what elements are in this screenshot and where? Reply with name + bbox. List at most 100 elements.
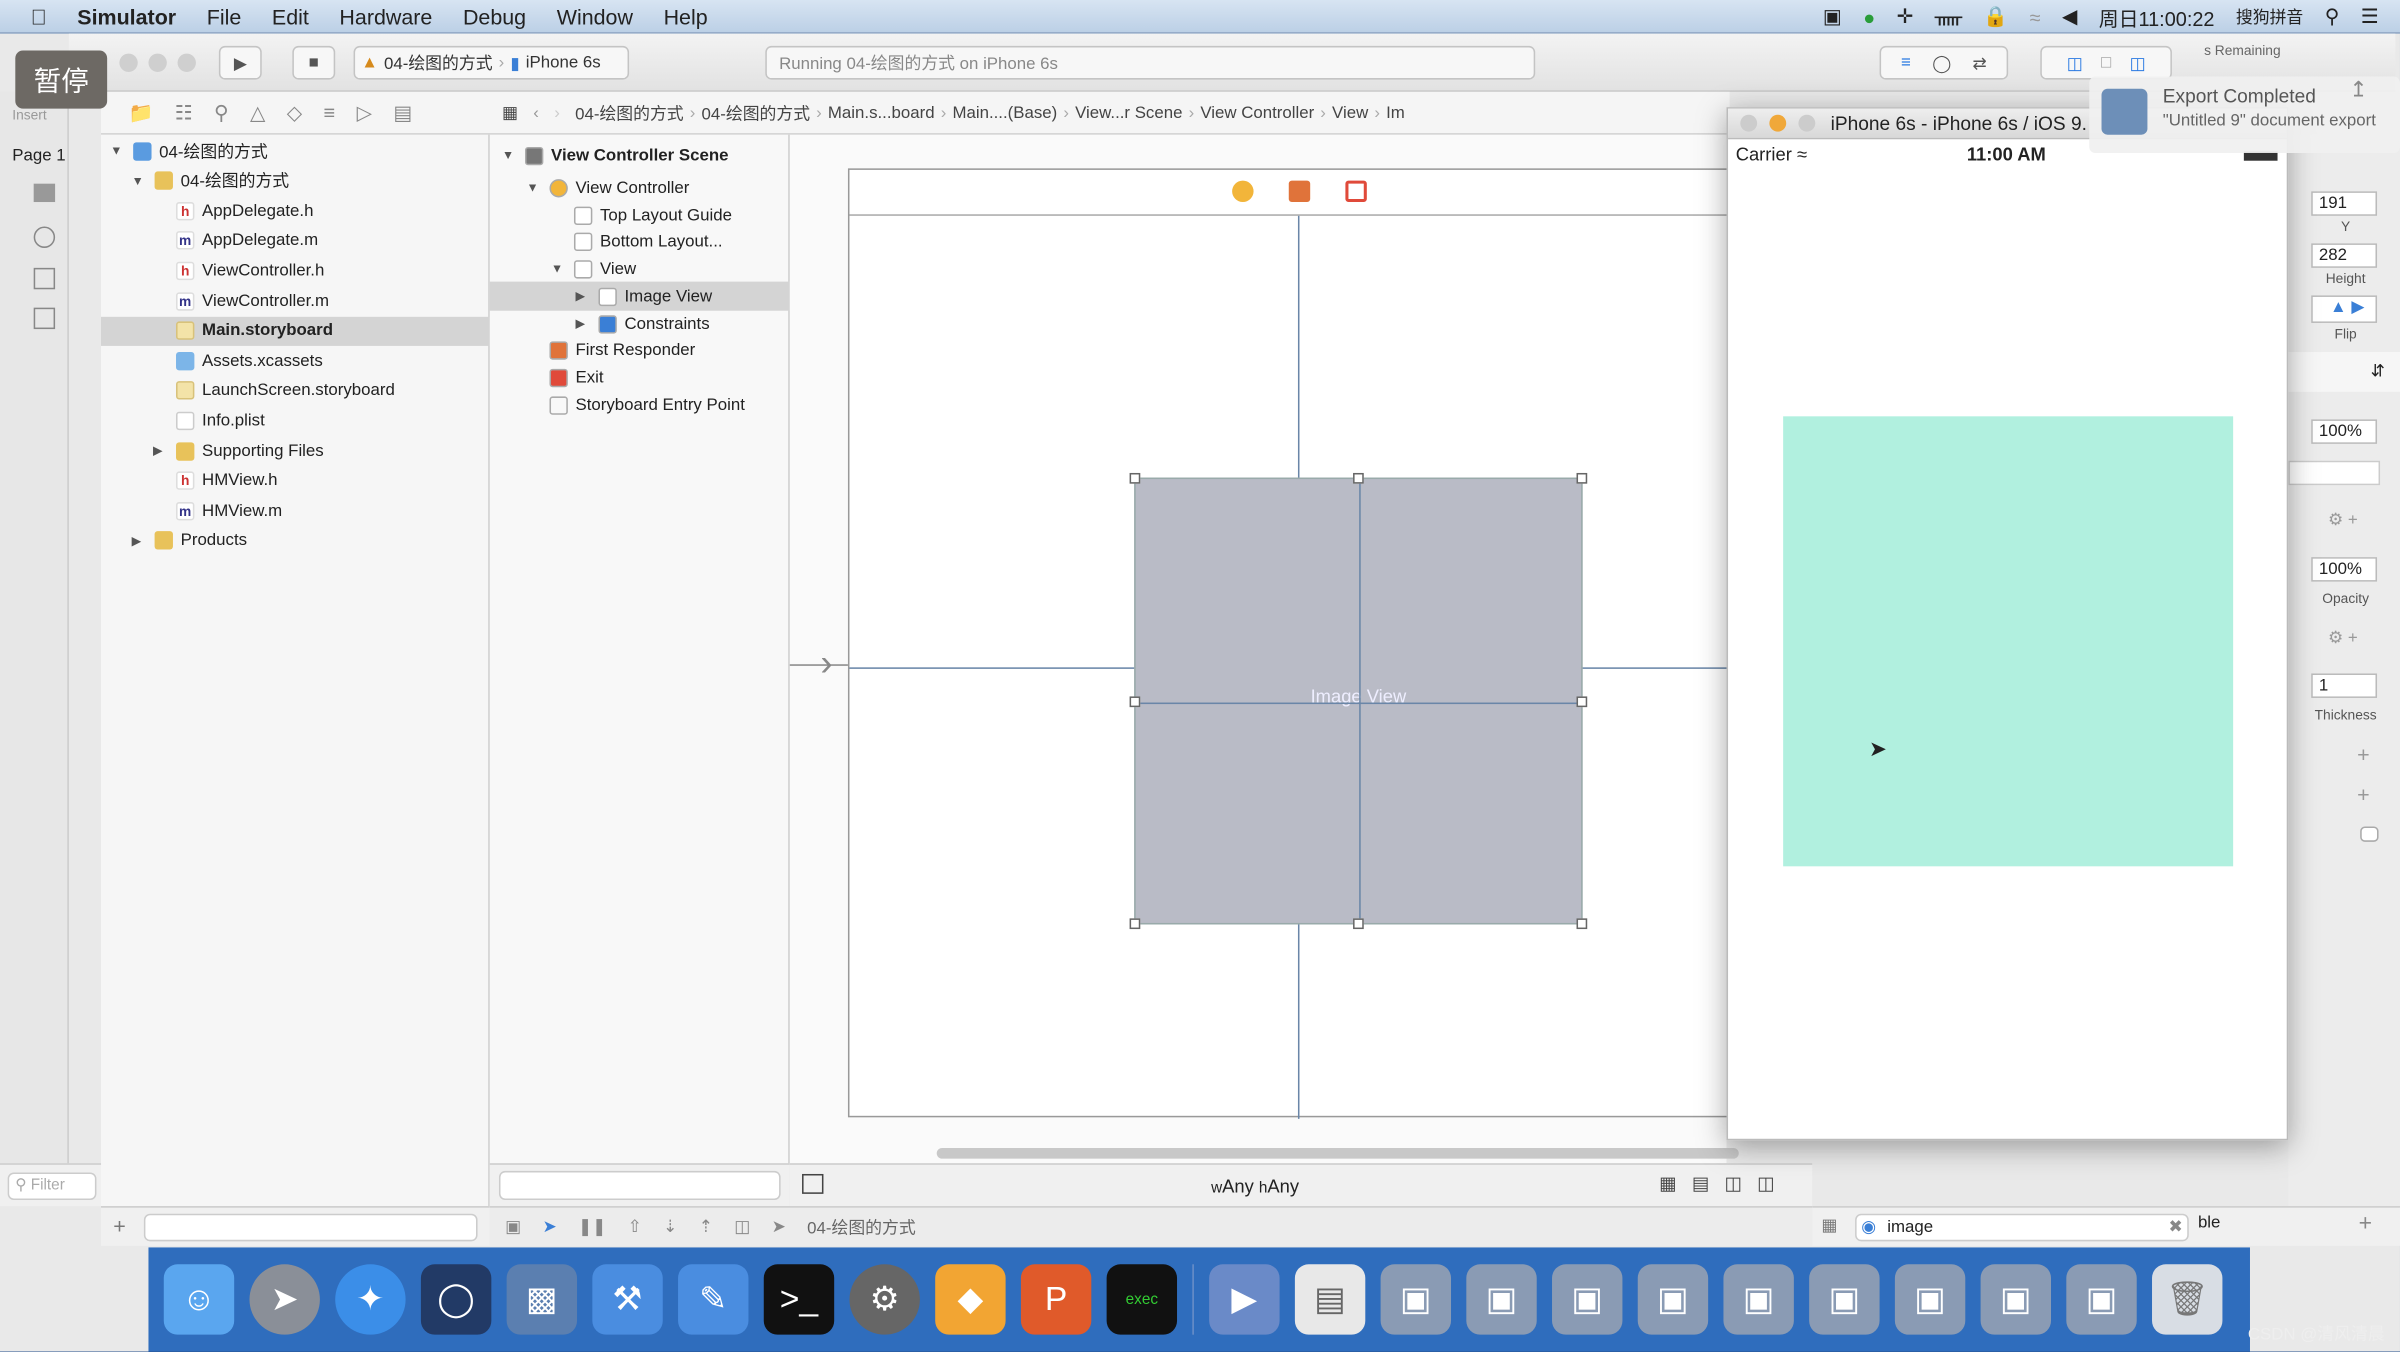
disclosure-icon[interactable]: ▶ <box>576 289 591 303</box>
clock[interactable]: 周日11:00:22 <box>2099 2 2215 31</box>
disclosure-icon[interactable]: ▼ <box>551 262 566 276</box>
console-icon[interactable]: exec <box>1106 1264 1178 1335</box>
add-icon[interactable]: + <box>2359 1211 2372 1237</box>
outline-item[interactable]: ▼ View <box>490 254 790 283</box>
add-icon[interactable]: + <box>2357 742 2370 766</box>
file-item[interactable]: m AppDelegate.m <box>101 226 490 255</box>
file-item[interactable]: ▶ Supporting Files <box>101 436 490 465</box>
horizontal-scrollbar[interactable] <box>936 1147 1739 1159</box>
view-controller-icon[interactable] <box>1232 180 1254 203</box>
spotlight-icon[interactable]: ⚲ <box>2325 5 2340 29</box>
resize-handle[interactable] <box>1129 472 1141 484</box>
panel-toggle-group[interactable]: ◫ □ ◫ <box>2040 45 2172 80</box>
debug-target[interactable]: 04-绘图的方式 <box>807 1215 916 1239</box>
preview-icon[interactable]: ▤ <box>1294 1264 1366 1335</box>
crumb[interactable]: Im <box>1386 103 1405 121</box>
trash-icon[interactable]: 🗑 <box>2152 1264 2223 1335</box>
menu-edit[interactable]: Edit <box>272 4 309 28</box>
file-item[interactable]: Info.plist <box>101 406 490 435</box>
menu-hardware[interactable]: Hardware <box>339 4 432 28</box>
issue-navigator-icon[interactable]: △ <box>250 100 265 124</box>
outline-filter-input[interactable] <box>498 1170 781 1200</box>
hide-debug-icon[interactable]: ▣ <box>505 1217 521 1236</box>
share-icon[interactable]: ↥ <box>2349 77 2367 103</box>
view-debug-icon[interactable]: ◫ <box>734 1217 750 1236</box>
crumb[interactable]: View <box>1332 103 1368 121</box>
volume-icon[interactable]: ◀ <box>2062 5 2077 29</box>
blend-select[interactable]: ⇵ <box>2288 352 2400 392</box>
fill-opacity-field[interactable]: 100% <box>2311 419 2378 444</box>
instruments-icon[interactable]: ✎ <box>678 1264 749 1335</box>
drawn-content[interactable] <box>1783 416 2234 867</box>
view-controller-scene[interactable]: Image View <box>847 168 1768 1119</box>
find-navigator-icon[interactable]: ⚲ <box>214 100 229 124</box>
file-item[interactable]: Assets.xcassets <box>101 346 490 375</box>
disclosure-icon[interactable]: ▶ <box>576 317 591 331</box>
menu-app[interactable]: Simulator <box>77 4 176 28</box>
test-navigator-icon[interactable]: ◇ <box>287 100 302 124</box>
resize-handle[interactable] <box>1129 696 1141 708</box>
step-in-icon[interactable]: ⇣ <box>663 1217 677 1236</box>
export-notification[interactable]: Export Completed "Untitled 9" document e… <box>2089 76 2400 154</box>
minimized-window[interactable]: ▣ <box>1466 1264 1537 1335</box>
flip-control[interactable]: ▲ ▶ <box>2311 295 2378 323</box>
crumb[interactable]: View...r Scene <box>1075 103 1182 121</box>
menu-file[interactable]: File <box>207 4 242 28</box>
project-navigator-icon[interactable]: 📁 <box>129 100 154 124</box>
resize-handle[interactable] <box>1576 472 1588 484</box>
minimized-window[interactable]: ▣ <box>1809 1264 1880 1335</box>
file-item[interactable]: h ViewController.h <box>101 256 490 285</box>
page-label[interactable]: Page 1 <box>12 147 65 165</box>
disclosure-open-icon[interactable]: ▼ <box>110 144 125 158</box>
outline-toggle-icon[interactable] <box>802 1173 824 1194</box>
minimized-window[interactable]: ▣ <box>1637 1264 1709 1335</box>
screen-record-icon[interactable]: ▣ <box>1823 5 1842 29</box>
disclosure-icon[interactable]: ▼ <box>502 148 517 162</box>
frame-tool-icon[interactable] <box>33 307 56 330</box>
file-item[interactable]: m ViewController.m <box>101 286 490 315</box>
lock-icon[interactable]: 🔒 <box>1983 5 2008 29</box>
minimized-window[interactable]: ▣ <box>1380 1264 1452 1335</box>
zoom-button[interactable] <box>1798 114 1816 132</box>
layout-tools[interactable]: ▦▤◫◫ <box>1659 1172 1790 1193</box>
ime-indicator[interactable]: 搜狗拼音 <box>2236 5 2303 29</box>
file-item[interactable]: m HMView.m <box>101 496 490 525</box>
entry-point-arrow[interactable] <box>789 664 848 666</box>
related-items-icon[interactable]: ▦ <box>502 103 518 122</box>
notification-center-icon[interactable]: ☰ <box>2361 5 2379 29</box>
launchpad-icon[interactable]: ➤ <box>249 1264 320 1335</box>
stop-button[interactable]: ■ <box>292 45 336 80</box>
image-tool-icon[interactable] <box>33 183 56 203</box>
system-preferences-icon[interactable]: ⚙ <box>849 1264 920 1335</box>
outline-item[interactable]: Exit <box>490 363 790 392</box>
file-item[interactable]: ▶ Products <box>101 526 490 555</box>
minimized-window[interactable]: ▣ <box>1894 1264 1966 1335</box>
file-item[interactable]: ▼ 04-绘图的方式 <box>101 136 490 165</box>
opacity-field[interactable]: 100% <box>2311 557 2378 582</box>
menu-help[interactable]: Help <box>664 4 708 28</box>
outline-item[interactable]: ▶ Image View <box>489 281 790 311</box>
close-window-button[interactable] <box>119 53 138 72</box>
app-status-icon[interactable]: ● <box>1863 5 1875 28</box>
file-item[interactable]: ▼ 04-绘图的方式 <box>101 166 490 195</box>
close-button[interactable] <box>1740 114 1758 132</box>
airplane-icon[interactable]: ✛ <box>1897 5 1914 29</box>
crumb[interactable]: Main.s...board <box>828 103 935 121</box>
exit-icon[interactable] <box>1345 180 1367 203</box>
gear-icon[interactable]: ⚙ + <box>2328 628 2358 647</box>
size-class-control[interactable]: wAny hAny <box>1211 1175 1299 1196</box>
finder-icon[interactable]: ☺ <box>163 1264 235 1335</box>
step-out-icon[interactable]: ⇡ <box>699 1217 713 1236</box>
crumb[interactable]: Main....(Base) <box>952 103 1057 121</box>
minimized-window[interactable]: ▣ <box>1552 1264 1623 1335</box>
add-file-icon[interactable]: + <box>113 1214 126 1238</box>
oval-tool-icon[interactable] <box>33 226 56 248</box>
zoom-window-button[interactable] <box>177 53 196 72</box>
symbol-navigator-icon[interactable]: ☷ <box>175 100 193 124</box>
first-responder-icon[interactable] <box>1288 180 1311 203</box>
menu-debug[interactable]: Debug <box>463 4 526 28</box>
paw-icon[interactable]: P <box>1020 1264 1092 1335</box>
resize-handle[interactable] <box>1353 472 1364 484</box>
disclosure-icon[interactable]: ▼ <box>527 181 542 195</box>
report-navigator-icon[interactable]: ▤ <box>393 100 412 124</box>
